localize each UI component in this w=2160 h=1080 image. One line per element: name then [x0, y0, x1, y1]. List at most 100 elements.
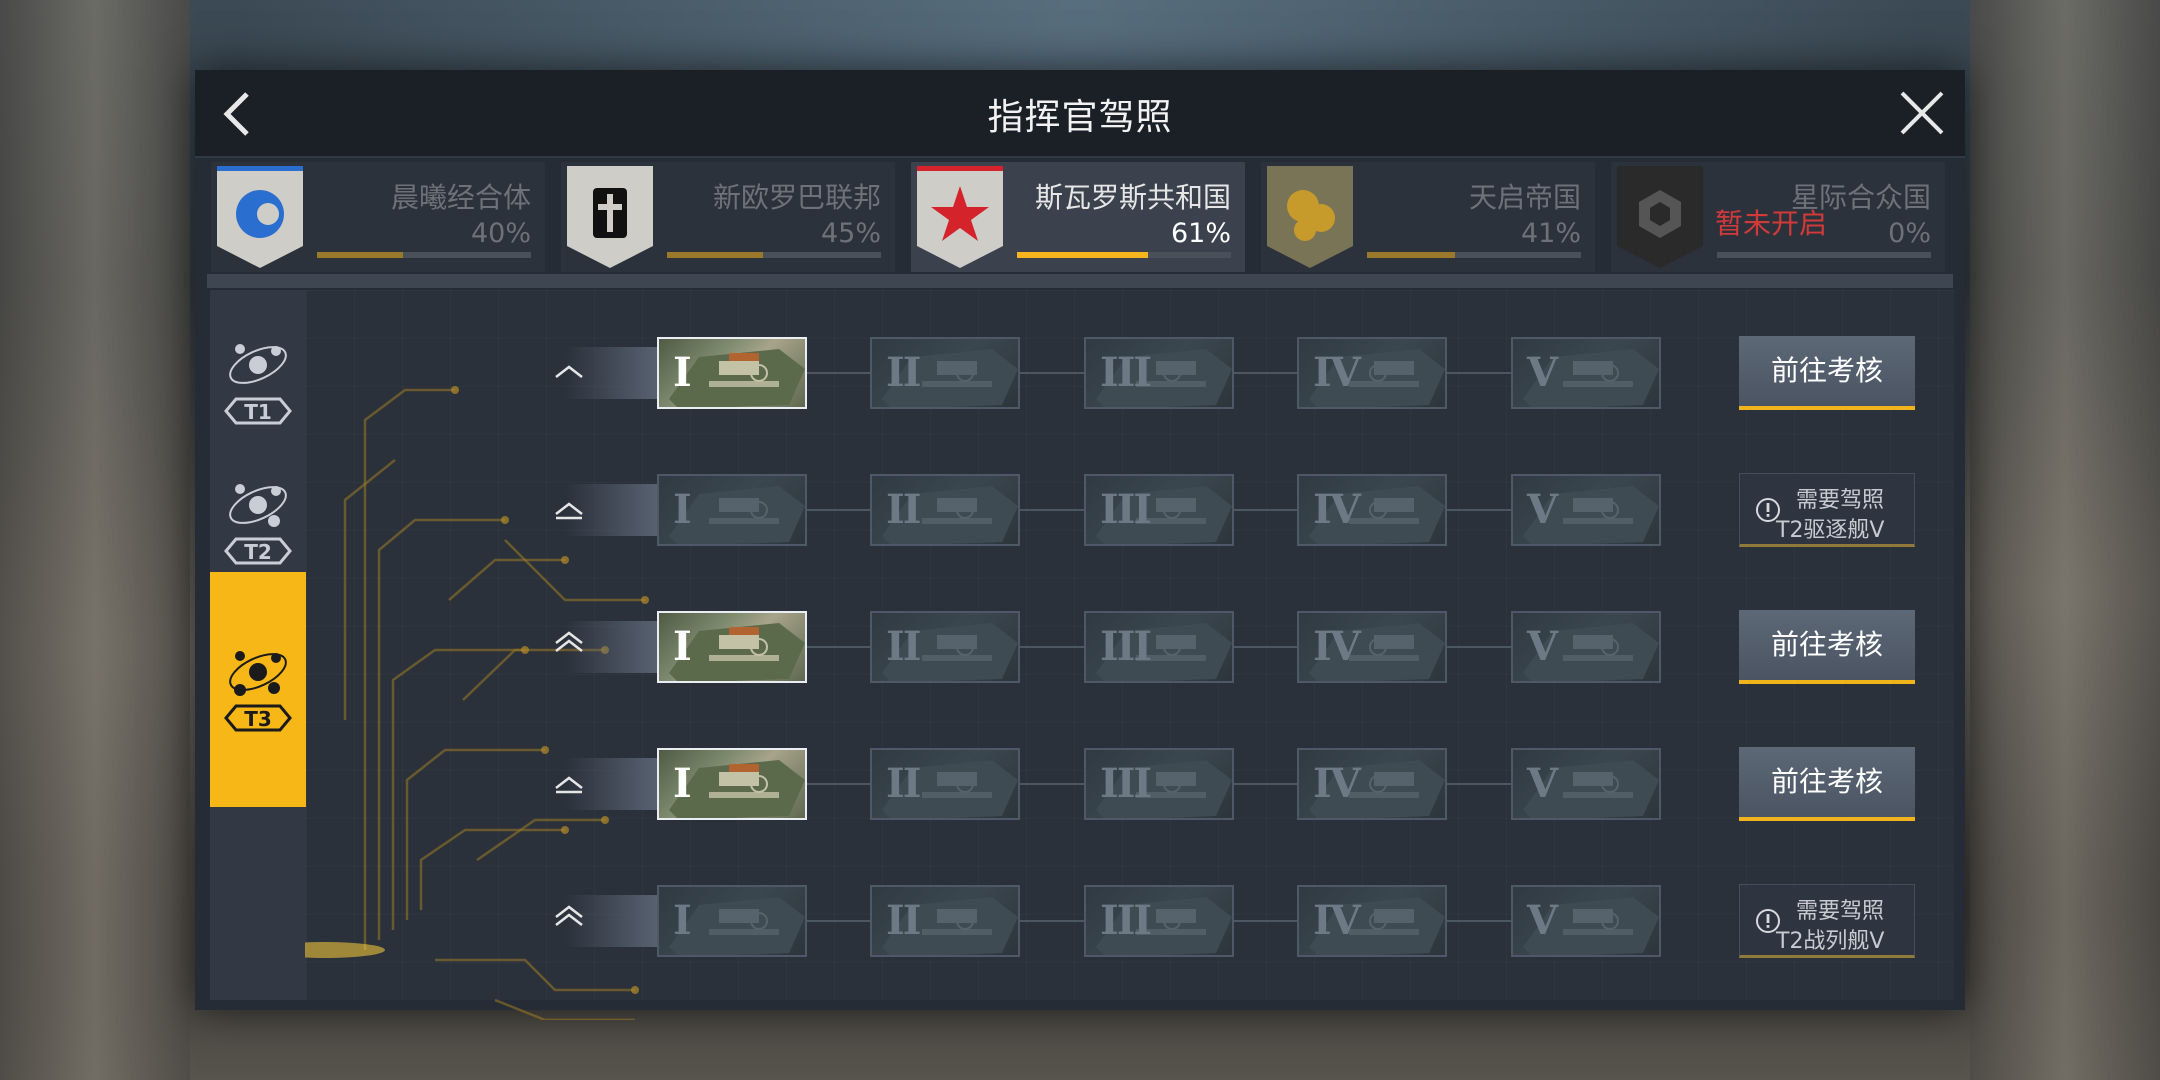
- molecule-icon: T1: [224, 344, 292, 425]
- rank-numeral: V: [1527, 897, 1558, 944]
- rank-connector: [1234, 783, 1297, 785]
- rank-numeral: IV: [1313, 486, 1361, 533]
- tier-label: T2: [244, 540, 272, 564]
- faction-tab-3[interactable]: 斯瓦罗斯共和国 61%: [911, 162, 1245, 272]
- title-bar: 指挥官驾照: [195, 70, 1965, 158]
- faction-name: 斯瓦罗斯共和国: [1034, 181, 1231, 214]
- requirement-line-1: 需要驾照: [1796, 899, 1885, 924]
- background-pillar-left: [0, 0, 190, 1080]
- rank-connector: [807, 783, 870, 785]
- rank-connector: [807, 920, 870, 922]
- ship-rank-card[interactable]: I: [657, 337, 807, 409]
- ship-rank-card[interactable]: V: [1511, 748, 1661, 820]
- rank-numeral: III: [1100, 760, 1152, 807]
- faction-emblem-icon: [217, 166, 303, 268]
- rank-chevron-icon: [555, 502, 583, 520]
- ship-rank-card[interactable]: II: [870, 885, 1020, 957]
- ship-rank-card[interactable]: V: [1511, 474, 1661, 546]
- ship-rank-card[interactable]: I: [657, 885, 807, 957]
- faction-progress-fill: [1017, 252, 1148, 258]
- faction-tab-5[interactable]: 星际合众国 0% 暂未开启: [1611, 162, 1945, 272]
- ship-rank-card[interactable]: I: [657, 474, 807, 546]
- faction-progress-fill: [667, 252, 764, 258]
- rank-numeral: IV: [1313, 760, 1361, 807]
- ship-rank-card[interactable]: III: [1084, 885, 1234, 957]
- close-button[interactable]: [1897, 88, 1947, 138]
- rank-chevron-icon: [555, 631, 583, 652]
- rank-numeral: IV: [1313, 897, 1361, 944]
- requirement-line-2: T2驱逐舰V: [1776, 518, 1885, 543]
- rank-numeral: I: [673, 623, 692, 670]
- ship-rank-card[interactable]: III: [1084, 337, 1234, 409]
- rank-numeral: II: [886, 897, 921, 944]
- faction-emblem-icon: [567, 166, 653, 268]
- background-pillar-right: [1970, 0, 2160, 1080]
- rank-numeral: III: [1100, 349, 1152, 396]
- rank-numeral: IV: [1313, 623, 1361, 670]
- rank-connector: [1020, 920, 1084, 922]
- rank-connector: [1234, 646, 1297, 648]
- ship-rank-card[interactable]: III: [1084, 611, 1234, 683]
- rank-numeral: I: [673, 349, 692, 396]
- faction-percent: 61%: [1170, 218, 1231, 249]
- tier-tab-t3[interactable]: T3: [210, 572, 306, 807]
- rank-connector: [1447, 783, 1511, 785]
- faction-locked-label: 暂未开启: [1715, 207, 1828, 240]
- rank-numeral: II: [886, 623, 921, 670]
- close-icon: [1900, 91, 1944, 135]
- rank-connector: [1020, 509, 1084, 511]
- ship-rank-card[interactable]: I: [657, 611, 807, 683]
- faction-tab-2[interactable]: 新欧罗巴联邦 45%: [561, 162, 895, 272]
- faction-emblem-icon: [917, 166, 1003, 268]
- rank-numeral: II: [886, 760, 921, 807]
- rank-connector: [807, 646, 870, 648]
- ship-rank-card[interactable]: IV: [1297, 885, 1447, 957]
- go-exam-button[interactable]: 前往考核: [1739, 336, 1915, 410]
- faction-tab-4[interactable]: 天启帝国 41%: [1261, 162, 1595, 272]
- ship-rank-card[interactable]: IV: [1297, 611, 1447, 683]
- rank-numeral: V: [1527, 486, 1558, 533]
- rank-numeral: V: [1527, 760, 1558, 807]
- rank-chevron-icon: [555, 776, 583, 794]
- ship-rank-card[interactable]: IV: [1297, 748, 1447, 820]
- rank-connector: [807, 372, 870, 374]
- faction-percent: 0%: [1888, 218, 1931, 249]
- rank-connector: [1234, 920, 1297, 922]
- ship-rank-card[interactable]: III: [1084, 474, 1234, 546]
- rank-numeral: III: [1100, 897, 1152, 944]
- ship-rank-card[interactable]: II: [870, 474, 1020, 546]
- faction-progress-bar: [667, 252, 881, 258]
- rank-numeral: I: [673, 486, 692, 533]
- ship-rank-card[interactable]: IV: [1297, 337, 1447, 409]
- ship-rank-card[interactable]: V: [1511, 611, 1661, 683]
- faction-progress-bar: [317, 252, 531, 258]
- ship-rank-card[interactable]: IV: [1297, 474, 1447, 546]
- rank-connector: [1447, 372, 1511, 374]
- go-exam-button[interactable]: 前往考核: [1739, 610, 1915, 684]
- rank-connector: [1447, 920, 1511, 922]
- ship-rank-card[interactable]: II: [870, 611, 1020, 683]
- ship-rank-card[interactable]: II: [870, 337, 1020, 409]
- requirement-box: 需要驾照 T2战列舰V: [1739, 884, 1915, 958]
- faction-progress-fill: [317, 252, 403, 258]
- faction-name: 天启帝国: [1468, 181, 1581, 214]
- rank-connector: [1020, 646, 1084, 648]
- ship-rank-card[interactable]: I: [657, 748, 807, 820]
- faction-emblem-icon: [1617, 166, 1703, 268]
- license-panel: 指挥官驾照 晨曦经合体 40% 新欧罗巴联邦 45% 斯瓦罗斯共和国 61% 天启帝国 41%…: [195, 70, 1965, 1020]
- ship-rank-card[interactable]: V: [1511, 337, 1661, 409]
- faction-tab-1[interactable]: 晨曦经合体 40%: [211, 162, 545, 272]
- go-exam-button[interactable]: 前往考核: [1739, 747, 1915, 821]
- rank-connector: [1234, 509, 1297, 511]
- rank-numeral: V: [1527, 349, 1558, 396]
- rank-numeral: I: [673, 897, 692, 944]
- ship-rank-card[interactable]: III: [1084, 748, 1234, 820]
- rank-numeral: IV: [1313, 349, 1361, 396]
- requirement-line-2: T2战列舰V: [1776, 929, 1885, 954]
- ship-rank-card[interactable]: II: [870, 748, 1020, 820]
- tier-label: T1: [244, 400, 272, 424]
- tier-tab-t1[interactable]: T1: [210, 315, 306, 445]
- molecule-icon: T2: [224, 484, 292, 565]
- rank-numeral: II: [886, 486, 921, 533]
- ship-rank-card[interactable]: V: [1511, 885, 1661, 957]
